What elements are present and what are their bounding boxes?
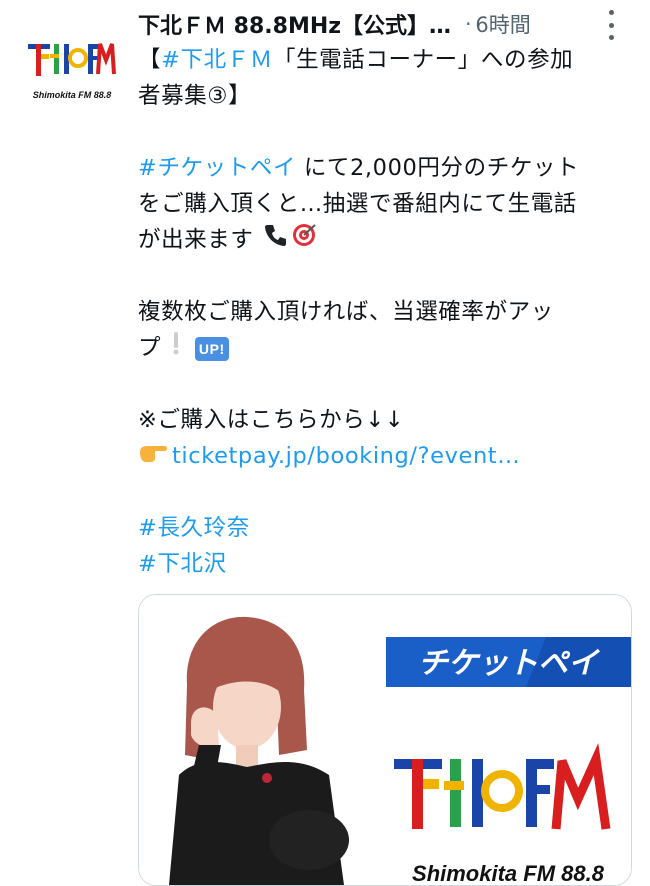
account-name[interactable]: 下北ＦＭ 88.8MHz【公式】…	[138, 8, 451, 40]
tweet-line: ※ご購入はこちらから↓↓	[138, 407, 405, 433]
tweet-line: #下北沢	[138, 546, 633, 582]
hashtag-link[interactable]: #下北ＦＭ	[161, 47, 273, 73]
photo-shimokita-fm-logo[interactable]: Shimokita FM 88.8	[386, 739, 631, 885]
tweet-body: 【#下北ＦＭ「生電話コーナー」への参加 者募集③】 #チケットペイ にて2,00…	[138, 42, 633, 582]
tweet-line: #長久玲奈	[138, 510, 633, 546]
tweet-line: 【#下北ＦＭ「生電話コーナー」への参加	[138, 42, 633, 78]
tweet-line: をご購入頂くと…抽選で番組内にて生電話	[138, 191, 577, 217]
tweet-line: #チケットペイ にて2,000円分のチケット	[138, 150, 633, 186]
tweet-line: プ UP!	[138, 330, 633, 366]
media-grid: チケットペイ Shimokita FM 88.8	[138, 594, 632, 886]
text-fragment: 「生電話コーナー」への参加	[272, 47, 574, 73]
text-fragment: が出来ます	[138, 227, 254, 253]
hashtag-link[interactable]: #長久玲奈	[138, 515, 250, 541]
tweet-line: ticketpay.jp/booking/?event…	[138, 438, 633, 474]
ticketpay-logo-text: チケットペイ	[418, 646, 601, 681]
hashtag-link[interactable]: #チケットペイ	[138, 155, 296, 181]
text-fragment: にて2,000円分のチケット	[296, 155, 580, 181]
tweet-time[interactable]: 6時間	[475, 9, 530, 39]
shimokita-caption: Shimokita FM 88.8	[412, 861, 605, 885]
telephone-icon	[263, 222, 289, 259]
avatar-caption: Shimokita FM 88.8	[32, 90, 112, 100]
tweet-line: 複数枚ご購入頂ければ、当選確率がアッ	[138, 299, 554, 325]
target-icon	[291, 222, 317, 259]
time-separator: ·	[465, 12, 472, 36]
ticketpay-link[interactable]: ticketpay.jp/booking/?event…	[172, 443, 520, 469]
tweet-line: が出来ます	[138, 222, 633, 258]
hashtag-link[interactable]: #下北沢	[138, 551, 227, 577]
tweet-header: 下北ＦＭ 88.8MHz【公式】… · 6時間	[138, 6, 638, 42]
text-fragment: 【	[138, 47, 162, 73]
tweet-line: 者募集③】	[138, 83, 252, 109]
avatar[interactable]: Shimokita FM 88.8	[18, 12, 122, 116]
pointing-hand-icon	[138, 439, 168, 475]
text-fragment: プ	[138, 335, 162, 361]
up-badge: UP!	[194, 336, 229, 361]
photo-ticketpay-logo[interactable]: チケットペイ	[386, 595, 631, 735]
exclamation-icon	[171, 330, 181, 367]
more-dots-icon[interactable]	[604, 10, 618, 40]
photo-portrait[interactable]	[139, 595, 382, 885]
